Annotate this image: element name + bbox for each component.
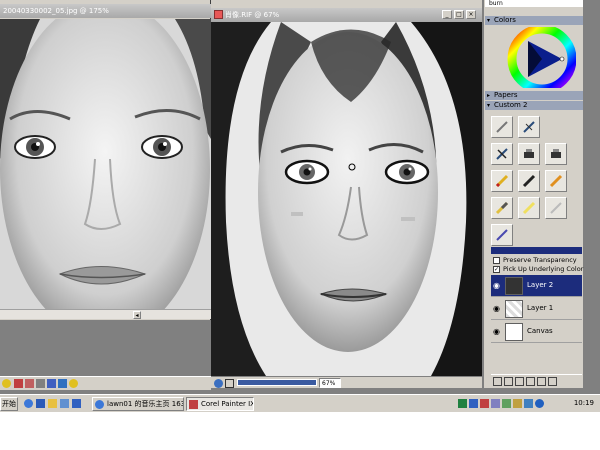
drop-icon[interactable] [14, 379, 23, 388]
explorer-icon[interactable] [72, 399, 81, 408]
sponge-icon[interactable] [545, 143, 567, 165]
help-icon[interactable] [69, 379, 78, 388]
papers-header[interactable]: ▸ Papers [485, 91, 583, 100]
close-button[interactable]: × [466, 10, 476, 19]
layers-panel: Preserve Transparency ✓ Pick Up Underlyi… [491, 247, 584, 387]
task-label: Corel Painter IX [201, 400, 254, 408]
sponge-icon[interactable] [518, 143, 540, 165]
layer-row-layer2[interactable]: ◉ Layer 2 [491, 275, 582, 297]
pick-up-color-checkbox[interactable]: ✓ [493, 266, 500, 273]
layer-row-layer1[interactable]: ◉ Layer 1 [491, 298, 582, 320]
layer-row-canvas[interactable]: ◉ Canvas [491, 321, 582, 343]
folder-icon[interactable] [48, 399, 57, 408]
collapse-triangle-icon: ▾ [487, 17, 491, 24]
layers-panel-header[interactable] [491, 247, 582, 254]
reference-photo-window[interactable]: 20040330002_05.jpg @ 175% ◂ [0, 0, 211, 320]
layer-toolbar [491, 374, 582, 386]
ie-icon[interactable] [24, 399, 33, 408]
tray-globe-icon[interactable] [535, 399, 544, 408]
painter-icon [189, 400, 198, 409]
pen-icon[interactable] [491, 116, 513, 138]
reference-horizontal-scrollbar[interactable]: ◂ [0, 309, 211, 319]
layer-name: Layer 2 [527, 281, 554, 289]
layer-thumbnail [505, 323, 523, 341]
cross-icon[interactable] [491, 143, 513, 165]
colors-header-label: Colors [494, 16, 516, 24]
painting-window[interactable]: 肖像.RIF @ 67% _ □ × 67% [211, 0, 482, 388]
scroll-left-arrow[interactable]: ◂ [133, 311, 141, 319]
blender-icon[interactable] [491, 224, 513, 246]
pencil-orange-icon[interactable] [545, 170, 567, 192]
highlighter-icon[interactable] [518, 197, 540, 219]
expand-triangle-icon: ▸ [487, 92, 491, 99]
layer-new-icon[interactable] [515, 377, 524, 386]
eye-icon[interactable]: ◉ [493, 327, 500, 336]
media-icon[interactable] [60, 399, 69, 408]
zoom-slider[interactable] [237, 379, 317, 386]
palette-icon[interactable] [47, 379, 56, 388]
layer-lock-icon[interactable] [537, 377, 546, 386]
reference-window-title[interactable]: 20040330002_05.jpg @ 175% [0, 4, 211, 18]
tray-input-icon[interactable] [513, 399, 522, 408]
collapse-triangle-icon: ▾ [487, 102, 491, 109]
layer-dynamic-icon[interactable] [504, 377, 513, 386]
tray-security-icon[interactable] [480, 399, 489, 408]
layers-icon[interactable] [58, 379, 67, 388]
knife-icon[interactable] [545, 197, 567, 219]
tool-strip [0, 376, 211, 390]
layer-adjust-icon[interactable] [493, 377, 502, 386]
painting-canvas[interactable] [211, 22, 482, 376]
ie-icon [95, 400, 104, 409]
desktop-icon[interactable] [36, 399, 45, 408]
papers-header-label: Papers [494, 91, 518, 99]
layer-name: Layer 1 [527, 304, 554, 312]
custom-header-label: Custom 2 [494, 101, 528, 109]
eraser-icon[interactable] [518, 116, 540, 138]
layer-thumbnail [505, 300, 523, 318]
marker-icon[interactable] [491, 197, 513, 219]
tray-update-icon[interactable] [524, 399, 533, 408]
grid-icon[interactable] [36, 379, 45, 388]
layer-name: Canvas [527, 327, 553, 335]
task-button-browser[interactable]: lawn01 的音乐主页 1638... [92, 397, 184, 411]
tray-app-icon[interactable] [458, 399, 467, 408]
eye-icon[interactable]: ◉ [493, 304, 500, 313]
colors-header[interactable]: ▾ Colors [485, 16, 583, 25]
color-wheel[interactable] [492, 24, 577, 94]
brush-icon[interactable] [25, 379, 34, 388]
start-button[interactable]: 开始 [0, 397, 18, 411]
zoom-value[interactable]: 67% [319, 378, 341, 388]
painter-document-icon [214, 10, 223, 19]
layer-mask-icon[interactable] [526, 377, 535, 386]
reference-photo[interactable] [0, 19, 211, 309]
layer-thumbnail [505, 277, 523, 295]
clock[interactable]: 10:19 [550, 397, 600, 411]
moon-icon[interactable] [2, 379, 11, 388]
preserve-transparency-checkbox[interactable] [493, 257, 500, 264]
minimize-button[interactable]: _ [442, 10, 452, 19]
tray-network-icon[interactable] [469, 399, 478, 408]
maximize-button[interactable]: □ [454, 10, 464, 19]
layer-delete-icon[interactable] [548, 377, 557, 386]
custom-header[interactable]: ▾ Custom 2 [485, 101, 583, 110]
pencil-yellow-icon[interactable] [491, 170, 513, 192]
eye-icon[interactable]: ◉ [493, 281, 500, 290]
tray-volume-icon[interactable] [491, 399, 500, 408]
painting-status-bar: 67% [211, 376, 482, 388]
preserve-transparency-label: Preserve Transparency [503, 256, 577, 264]
task-button-painter[interactable]: Corel Painter IX [186, 397, 254, 411]
pencil-black-icon[interactable] [518, 170, 540, 192]
grabber-icon[interactable] [225, 379, 234, 388]
tray-messenger-icon[interactable] [502, 399, 511, 408]
task-label: lawn01 的音乐主页 1638... [107, 400, 184, 408]
brush-variant-field[interactable]: burn [485, 0, 583, 7]
globe-icon[interactable] [214, 379, 223, 388]
pick-up-color-label: Pick Up Underlying Color [503, 265, 584, 273]
taskbar: 开始 lawn01 的音乐主页 1638... Corel Painter IX… [0, 394, 600, 412]
